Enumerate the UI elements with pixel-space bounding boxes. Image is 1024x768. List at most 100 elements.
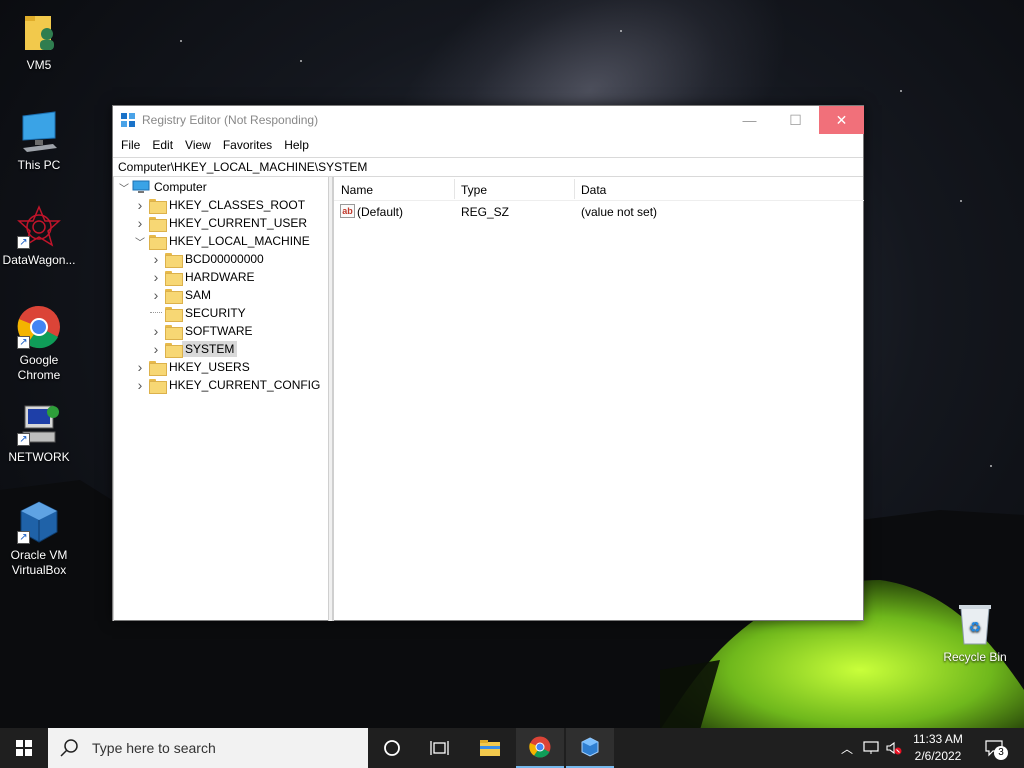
action-center-button[interactable]: 3 [980, 728, 1008, 768]
taskbar-search[interactable]: Type here to search [48, 728, 368, 768]
desktop-icon-recycle-bin[interactable]: ♻ Recycle Bin [936, 602, 1014, 665]
tree-node-hkey-users[interactable]: › HKEY_USERS [134, 358, 250, 376]
desktop-icon-datawagon[interactable]: ↗ DataWagon... [0, 205, 78, 268]
registry-editor-icon [581, 737, 599, 757]
tree-label: HKEY_CLASSES_ROOT [169, 198, 306, 212]
menu-favorites[interactable]: Favorites [217, 138, 278, 152]
task-view-button[interactable] [416, 728, 464, 768]
menu-help[interactable]: Help [278, 138, 315, 152]
clock-date: 2/6/2022 [914, 749, 962, 763]
tree-node-hkey-current-user[interactable]: › HKEY_CURRENT_USER [134, 214, 307, 232]
chevron-right-icon[interactable]: › [150, 268, 162, 286]
task-view-icon [430, 741, 449, 755]
clock-time: 11:33 AM [913, 732, 963, 746]
menu-edit[interactable]: Edit [146, 138, 179, 152]
star [300, 60, 302, 62]
desktop-icon-label: Google Chrome [17, 353, 61, 382]
folder-icon [165, 324, 183, 340]
chrome-icon: ↗ [17, 305, 61, 349]
registry-editor-taskbar-button[interactable] [566, 728, 614, 768]
tree-label: SYSTEM [182, 341, 238, 357]
value-row[interactable]: ab (Default) REG_SZ (value not set) [334, 203, 864, 221]
chevron-right-icon[interactable]: › [150, 322, 162, 340]
chrome-icon [529, 736, 551, 758]
star [180, 40, 182, 42]
chrome-taskbar-button[interactable] [516, 728, 564, 768]
tree-connector [150, 304, 162, 313]
start-button[interactable] [0, 728, 48, 768]
tree-label: BCD00000000 [185, 252, 264, 266]
desktop-icon-label: This PC [17, 158, 61, 172]
tree-label: HARDWARE [185, 270, 255, 284]
desktop-icon-label: Recycle Bin [943, 650, 1007, 664]
chevron-right-icon[interactable]: › [150, 286, 162, 304]
cortana-button[interactable] [368, 728, 416, 768]
column-divider[interactable] [454, 179, 455, 199]
tree-label: SECURITY [185, 306, 246, 320]
show-hidden-icons-button[interactable]: ︿ [836, 728, 858, 768]
desktop-icon-virtualbox[interactable]: ↗ Oracle VM VirtualBox [0, 500, 78, 578]
folder-icon [165, 288, 183, 304]
chevron-right-icon[interactable]: › [134, 196, 146, 214]
desktop-icon-label: Oracle VM VirtualBox [10, 548, 68, 577]
registry-editor-icon [121, 113, 135, 127]
menu-view[interactable]: View [179, 138, 217, 152]
tree-node-sam[interactable]: › SAM [150, 286, 211, 304]
desktop-icon-network[interactable]: ↗ NETWORK [0, 402, 78, 465]
shortcut-arrow-icon: ↗ [17, 531, 30, 544]
folder-icon [149, 198, 167, 214]
chevron-right-icon[interactable]: › [150, 250, 162, 268]
shortcut-arrow-icon: ↗ [17, 236, 30, 249]
chevron-down-icon[interactable]: ﹀ [134, 232, 146, 250]
tree-node-bcd00000000[interactable]: › BCD00000000 [150, 250, 264, 268]
column-divider[interactable] [574, 179, 575, 199]
desktop-icon-this-pc[interactable]: This PC [0, 110, 78, 173]
tree-label: Computer [154, 180, 207, 194]
star [900, 90, 902, 92]
computer-icon [17, 110, 61, 154]
notification-count-badge: 3 [994, 746, 1008, 760]
chevron-right-icon[interactable]: › [134, 376, 146, 394]
windows-logo-icon [16, 740, 32, 756]
column-header-data[interactable]: Data [581, 183, 606, 197]
tree-node-hkey-current-config[interactable]: › HKEY_CURRENT_CONFIG [134, 376, 320, 394]
chevron-down-icon[interactable]: ﹀ [118, 178, 130, 196]
tree-node-system[interactable]: › SYSTEM [150, 340, 238, 358]
column-header-name[interactable]: Name [341, 183, 373, 197]
taskbar: Type here to search ︿ 11:33 AM 2/6/2022 … [0, 728, 1024, 768]
desktop-icon-vm5[interactable]: VM5 [0, 10, 78, 73]
folder-icon [165, 270, 183, 286]
chevron-right-icon[interactable]: › [134, 214, 146, 232]
computer-icon [132, 180, 150, 193]
recycle-bin-icon: ♻ [953, 602, 997, 646]
desktop-icon-google-chrome[interactable]: ↗ Google Chrome [0, 305, 78, 383]
address-bar[interactable]: Computer\HKEY_LOCAL_MACHINE\SYSTEM [113, 157, 863, 177]
chevron-right-icon[interactable]: › [150, 340, 162, 358]
column-header-type[interactable]: Type [461, 183, 487, 197]
star [620, 30, 622, 32]
tree-node-hkey-classes-root[interactable]: › HKEY_CLASSES_ROOT [134, 196, 305, 214]
file-explorer-button[interactable] [466, 728, 514, 768]
tree-node-security[interactable]: SECURITY [150, 304, 246, 322]
datawagon-icon: ↗ [17, 205, 61, 249]
network-computer-icon: ↗ [17, 402, 61, 446]
tree-label: HKEY_LOCAL_MACHINE [169, 234, 310, 248]
tree-node-hardware[interactable]: › HARDWARE [150, 268, 255, 286]
minimize-button[interactable]: — [727, 106, 772, 134]
close-button[interactable]: ✕ [819, 106, 864, 134]
network-tray-button[interactable] [860, 728, 882, 768]
svg-text:♻: ♻ [969, 620, 982, 636]
star [960, 200, 962, 202]
tree-node-hkey-local-machine[interactable]: ﹀ HKEY_LOCAL_MACHINE [134, 232, 310, 250]
chevron-right-icon[interactable]: › [134, 358, 146, 376]
maximize-button[interactable]: ☐ [773, 106, 818, 134]
title-bar[interactable]: Registry Editor (Not Responding) — ☐ ✕ [113, 106, 864, 134]
clock[interactable]: 11:33 AM 2/6/2022 [900, 731, 976, 765]
menu-file[interactable]: File [115, 138, 146, 152]
tree-node-computer[interactable]: ﹀ Computer [118, 178, 207, 196]
search-icon [60, 739, 78, 757]
folder-icon [149, 378, 167, 394]
desktop-icon-label: NETWORK [8, 450, 70, 464]
folder-icon [165, 342, 183, 358]
tree-node-software[interactable]: › SOFTWARE [150, 322, 253, 340]
